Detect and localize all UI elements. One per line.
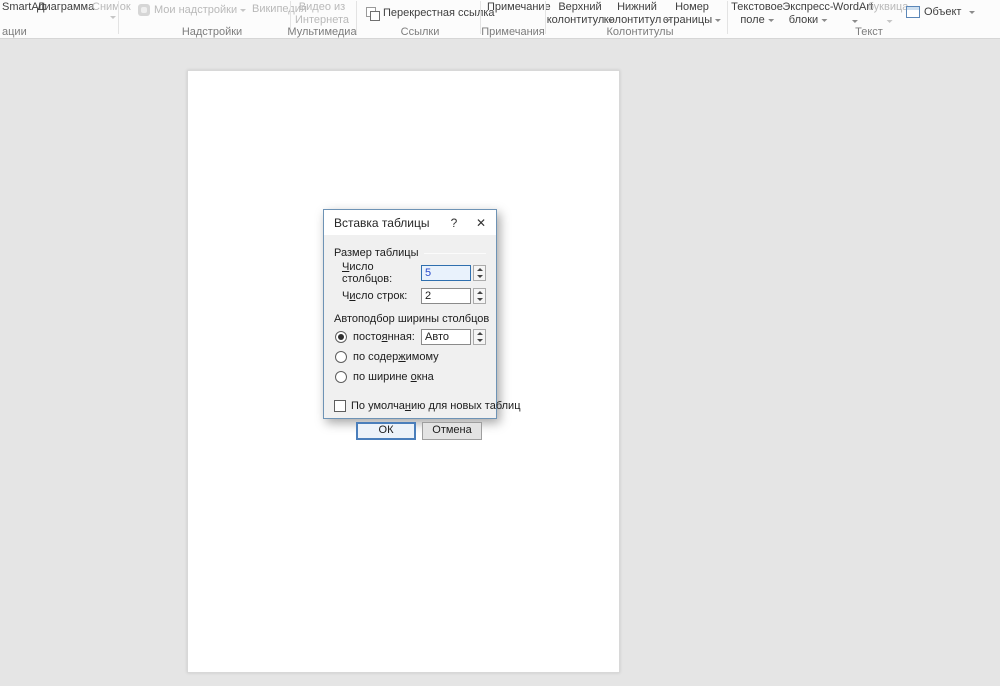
ok-button[interactable]: ОК — [356, 422, 416, 440]
insert-table-dialog: Вставка таблицы ? ✕ Размер таблицы Число… — [323, 209, 497, 419]
chevron-down-icon — [768, 19, 774, 22]
spin-down-button[interactable] — [474, 296, 485, 303]
chevron-down-icon — [887, 20, 893, 23]
header-line2: колонтитул — [547, 14, 605, 26]
online-video-line2: Интернета — [295, 15, 349, 26]
ribbon-screenshot-button[interactable]: Снимок — [92, 2, 131, 13]
text-box-line1: Текстовое — [731, 2, 783, 13]
columns-row: Число столбцов: 5 — [334, 264, 486, 282]
online-video-line1: Видео из — [295, 2, 349, 13]
text-box-line2: поле — [740, 14, 764, 26]
rows-input[interactable]: 2 — [421, 288, 471, 304]
autofit-window-label: по ширине окна — [353, 371, 434, 383]
fixed-width-input[interactable]: Авто — [421, 329, 471, 345]
quick-parts-line2: блоки — [789, 14, 818, 26]
spin-down-icon — [477, 298, 483, 301]
chevron-down-icon — [821, 19, 827, 22]
group-label-header-footer: Колонтитулы — [607, 27, 674, 38]
page-number-line1: Номер — [663, 2, 721, 13]
fixed-width-option[interactable]: постоянная: Авто — [334, 329, 486, 345]
spin-down-button[interactable] — [474, 337, 485, 344]
cross-reference-label: Перекрестная ссылка — [383, 7, 495, 19]
autofit-contents-label: по содержимому — [353, 351, 439, 363]
autofit-section-header: Автоподбор ширины столбцов — [334, 313, 486, 325]
remember-dimensions-option[interactable]: По умолчанию для новых таблиц — [334, 399, 486, 413]
group-label-addins: Надстройки — [182, 27, 242, 38]
autofit-window-option[interactable]: по ширине окна — [334, 369, 486, 385]
rows-row: Число строк: 2 — [334, 287, 486, 305]
ribbon-drop-cap-button[interactable]: буквица — [868, 2, 909, 27]
object-icon — [906, 6, 920, 18]
radio-icon[interactable] — [335, 371, 347, 383]
ribbon-comment-button[interactable]: Примечание — [487, 2, 551, 13]
help-button[interactable]: ? — [442, 216, 466, 230]
radio-selected-icon[interactable] — [335, 331, 347, 343]
autofit-label: Автоподбор ширины столбцов — [334, 313, 489, 325]
footer-line2: колонтитул — [604, 14, 662, 26]
chevron-down-icon — [969, 11, 975, 14]
checkbox-icon[interactable] — [334, 400, 346, 412]
spin-down-icon — [477, 339, 483, 342]
footer-line1: Нижний — [604, 2, 671, 13]
group-label-links: Ссылки — [401, 27, 440, 38]
ribbon-cross-reference-button[interactable]: Перекрестная ссылка — [366, 7, 495, 19]
rows-spinner[interactable] — [473, 288, 486, 304]
spin-down-icon — [477, 275, 483, 278]
chevron-down-icon — [110, 16, 116, 19]
dialog-title-bar[interactable]: Вставка таблицы ? ✕ — [324, 210, 496, 235]
chevron-down-icon — [851, 20, 857, 23]
ribbon-object-button[interactable]: Объект — [906, 6, 975, 18]
dialog-buttons: ОК Отмена — [334, 422, 486, 440]
table-size-section-header: Размер таблицы — [334, 247, 486, 259]
ribbon-separator — [118, 1, 119, 34]
ribbon-online-video-button[interactable]: Видео из Интернета — [295, 2, 349, 26]
group-label-text: Текст — [855, 27, 883, 38]
quick-parts-line1: Экспресс- — [782, 2, 833, 13]
group-label-illustrations: ации — [2, 27, 27, 38]
object-label: Объект — [924, 6, 961, 18]
columns-input[interactable]: 5 — [421, 265, 471, 281]
ribbon-separator — [727, 1, 728, 34]
chevron-down-icon — [240, 9, 246, 12]
ribbon-quick-parts-button[interactable]: Экспресс- блоки — [782, 2, 833, 26]
dialog-title: Вставка таблицы — [334, 216, 442, 230]
table-size-label: Размер таблицы — [334, 247, 418, 259]
drop-cap-label: буквица — [868, 2, 909, 13]
autofit-contents-option[interactable]: по содержимому — [334, 349, 486, 365]
columns-spinner[interactable] — [473, 265, 486, 281]
fixed-width-spinner[interactable] — [473, 329, 486, 345]
page-number-line2: страницы — [663, 14, 712, 26]
spin-up-button[interactable] — [474, 289, 485, 296]
cancel-button[interactable]: Отмена — [422, 422, 482, 440]
chevron-down-icon — [715, 19, 721, 22]
spin-up-icon — [477, 268, 483, 271]
rows-label: Число строк: — [342, 290, 421, 302]
spin-up-icon — [477, 332, 483, 335]
ribbon-footer-button[interactable]: Нижний колонтитул — [604, 2, 671, 26]
ribbon-chart-button[interactable]: Диаграмма — [37, 2, 94, 13]
group-label-comments: Примечания — [481, 27, 545, 38]
spin-up-button[interactable] — [474, 330, 485, 337]
ribbon: SmartArt Диаграмма Снимок ации Мои надст… — [0, 0, 1000, 39]
ribbon-my-addins-button[interactable]: Мои надстройки — [138, 4, 246, 16]
remember-dimensions-label: По умолчанию для новых таблиц — [351, 400, 521, 412]
ribbon-separator — [356, 1, 357, 34]
cross-reference-icon — [366, 7, 379, 19]
radio-icon[interactable] — [335, 351, 347, 363]
columns-label: Число столбцов: — [342, 261, 421, 285]
close-icon[interactable]: ✕ — [466, 216, 496, 230]
section-divider — [424, 253, 486, 254]
addin-icon — [138, 4, 150, 16]
ribbon-my-addins-label: Мои надстройки — [154, 4, 237, 16]
group-label-media: Мультимедиа — [287, 27, 356, 38]
ribbon-text-box-button[interactable]: Текстовое поле — [731, 2, 783, 26]
fixed-width-label: постоянная: — [353, 331, 415, 343]
spin-up-icon — [477, 291, 483, 294]
spin-up-button[interactable] — [474, 266, 485, 273]
ribbon-page-number-button[interactable]: Номер страницы — [663, 2, 721, 26]
spin-down-button[interactable] — [474, 273, 485, 280]
